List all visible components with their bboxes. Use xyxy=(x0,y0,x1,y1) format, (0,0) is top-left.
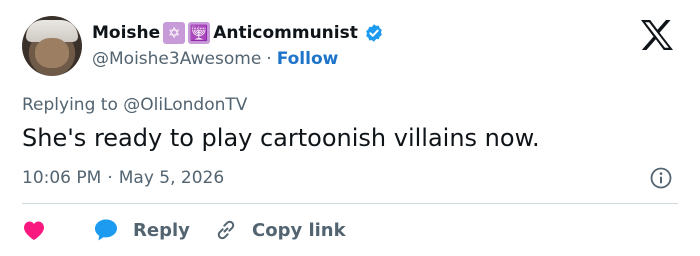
star-of-david-emoji: ✡ xyxy=(163,22,186,44)
link-icon xyxy=(217,220,235,240)
like-button[interactable] xyxy=(22,219,93,241)
copy-link-label: Copy link xyxy=(252,219,346,241)
display-name[interactable]: Moishe ✡ 🕎 Anticommunist xyxy=(92,21,384,45)
divider xyxy=(22,203,678,204)
tweet-timestamp[interactable]: 10:06 PM · May 5, 2026 xyxy=(22,166,224,190)
user-handle[interactable]: @Moishe3Awesome xyxy=(92,49,261,69)
tweet-date: May 5, 2026 xyxy=(118,168,225,188)
handle-row: @Moishe3Awesome · Follow xyxy=(92,47,338,71)
replying-to: Replying to @OliLondonTV xyxy=(22,93,247,117)
reply-button[interactable]: Reply xyxy=(93,218,214,242)
handle-separator: · xyxy=(266,49,272,69)
info-icon[interactable] xyxy=(650,167,672,189)
tweet-time: 10:06 PM xyxy=(22,168,102,188)
menorah-glyph: 🕎 xyxy=(189,23,209,42)
copy-link-button[interactable]: Copy link xyxy=(214,218,346,242)
speech-bubble-icon xyxy=(95,219,117,241)
x-logo-icon[interactable] xyxy=(640,19,674,51)
menorah-emoji: 🕎 xyxy=(188,22,211,44)
heart-icon xyxy=(24,221,44,240)
avatar-face xyxy=(35,38,69,68)
verified-badge-icon xyxy=(366,24,382,42)
follow-button[interactable]: Follow xyxy=(277,49,339,69)
timestamp-separator: · xyxy=(107,168,113,188)
replying-to-prefix: Replying to xyxy=(22,95,118,115)
reply-label: Reply xyxy=(133,219,190,241)
tweet-text: She's ready to play cartoonish villains … xyxy=(22,124,540,152)
avatar[interactable] xyxy=(22,16,82,76)
display-name-part-2: Anticommunist xyxy=(213,23,358,43)
display-name-part-1: Moishe xyxy=(92,23,161,43)
star-of-david-glyph: ✡ xyxy=(167,23,181,42)
replying-to-mention[interactable]: @OliLondonTV xyxy=(123,95,247,115)
action-bar: Reply Copy link xyxy=(22,216,346,244)
